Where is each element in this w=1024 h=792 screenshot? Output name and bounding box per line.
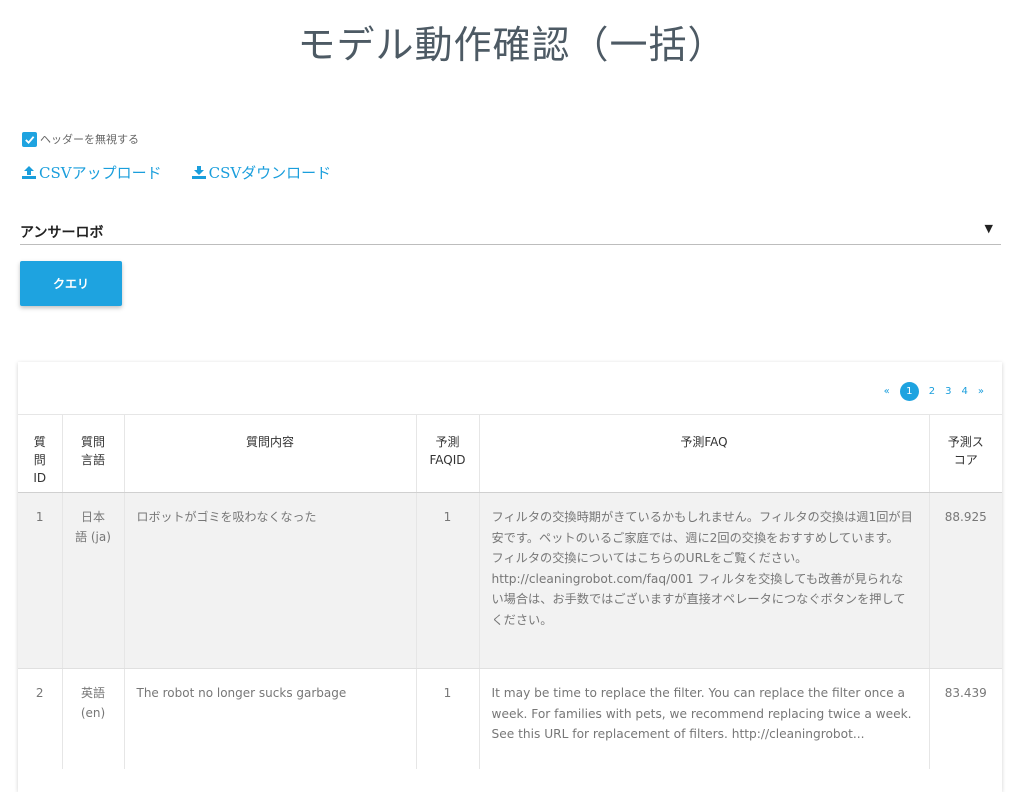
ignore-header-option[interactable]: ヘッダーを無視する — [22, 131, 139, 147]
header-question-text: 質問内容 — [124, 414, 417, 493]
page-title: モデル動作確認（一括） — [297, 23, 727, 67]
pagination-page-1[interactable]: 1 — [899, 382, 919, 401]
table-header-row: 質 問 ID 質問 言語 質問内容 予測 FAQID 予測FAQ 予測ス コア — [18, 414, 1002, 493]
cell-score: 83.439 — [929, 668, 1002, 769]
cell-id: 2 — [18, 668, 63, 769]
header-predicted-score: 予測ス コア — [929, 414, 1002, 493]
cell-question: The robot no longer sucks garbage — [124, 668, 417, 769]
header-question-lang: 質問 言語 — [62, 414, 125, 493]
cell-score: 88.925 — [929, 492, 1002, 669]
cell-faqid: 1 — [416, 668, 480, 769]
ignore-header-checkbox[interactable] — [22, 131, 37, 147]
table-row: 1 日本 語 (ja) ロボットがゴミを吸わなくなった 1 フィルタの交換時期が… — [18, 492, 1002, 669]
caret-down-icon: ▼ — [984, 222, 993, 235]
csv-upload-link[interactable]: CSVアップロード — [22, 162, 162, 183]
results-table: 質 問 ID 質問 言語 質問内容 予測 FAQID 予測FAQ 予測ス コア … — [18, 414, 1002, 769]
cell-faqid: 1 — [416, 492, 480, 669]
cell-question: ロボットがゴミを吸わなくなった — [124, 492, 417, 669]
pagination-page-3[interactable]: 3 — [945, 386, 951, 397]
header-predicted-faq: 予測FAQ — [479, 414, 930, 493]
cell-lang: 英語 (en) — [62, 668, 125, 769]
cell-id: 1 — [18, 492, 63, 669]
upload-icon — [22, 166, 36, 179]
pagination-prev[interactable]: « — [884, 386, 890, 397]
ignore-header-label: ヘッダーを無視する — [40, 133, 139, 146]
pagination-next[interactable]: » — [978, 386, 984, 397]
csv-upload-label: CSVアップロード — [39, 164, 162, 182]
model-select[interactable]: アンサーロボ ▼ — [20, 220, 1001, 245]
results-card: « 1 2 3 4 » 質 問 ID 質問 言語 質問内容 予測 FAQID 予… — [18, 362, 1002, 792]
csv-download-label: CSVダウンロード — [208, 164, 332, 182]
check-icon — [25, 135, 35, 144]
pagination-page-2[interactable]: 2 — [929, 386, 935, 397]
cell-faq: It may be time to replace the filter. Yo… — [479, 668, 930, 769]
pagination: « 1 2 3 4 » — [874, 382, 984, 401]
header-predicted-faqid: 予測 FAQID — [416, 414, 480, 493]
model-select-value: アンサーロボ — [20, 225, 104, 241]
query-button[interactable]: クエリ — [20, 261, 122, 306]
download-icon — [191, 166, 206, 179]
table-row: 2 英語 (en) The robot no longer sucks garb… — [18, 668, 1002, 769]
header-question-id: 質 問 ID — [18, 414, 63, 493]
pagination-page-4[interactable]: 4 — [962, 386, 968, 397]
cell-faq: フィルタの交換時期がきているかもしれません。フィルタの交換は週1回が目安です。ペ… — [479, 492, 930, 669]
csv-download-link[interactable]: CSVダウンロード — [191, 162, 332, 183]
cell-lang: 日本 語 (ja) — [62, 492, 125, 669]
